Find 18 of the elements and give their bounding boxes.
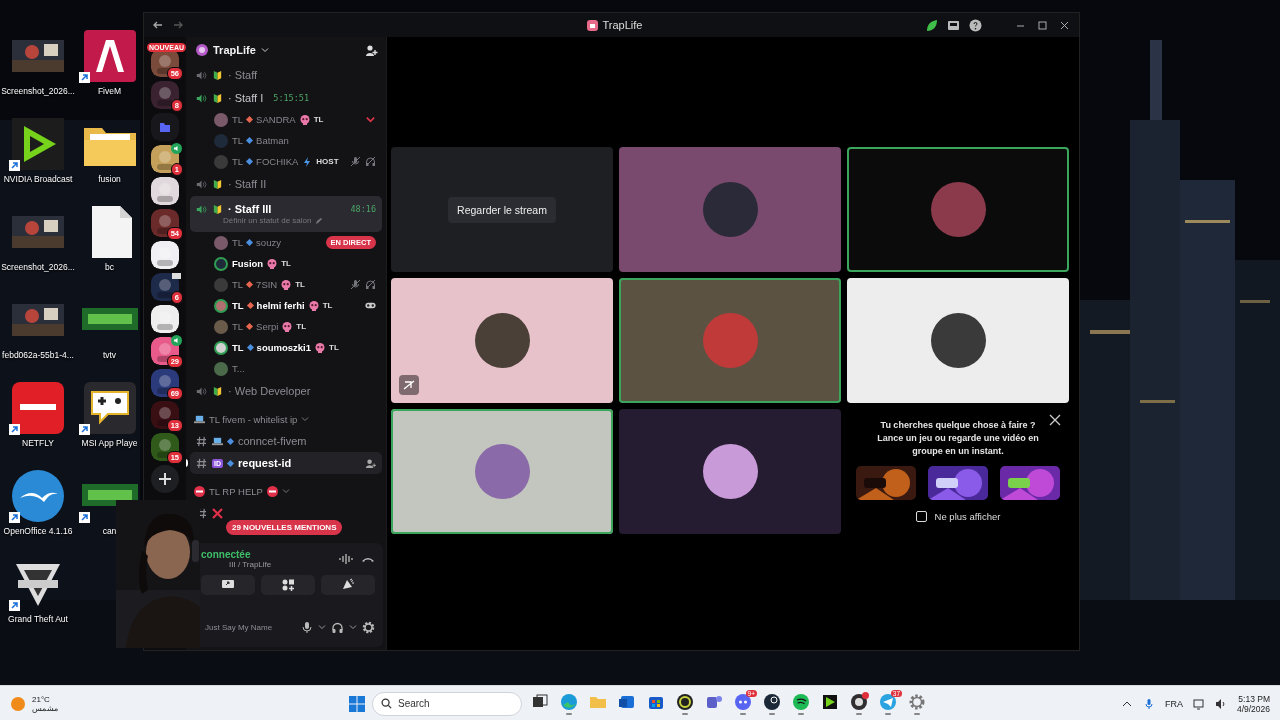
app-icon[interactable] — [820, 692, 839, 711]
app-icon[interactable] — [849, 692, 868, 711]
clock-date[interactable]: 4/9/2026 — [1236, 703, 1270, 714]
clock-time[interactable]: 5:13 PM — [1238, 693, 1270, 704]
search-field[interactable]: Search — [372, 691, 522, 716]
app-icon[interactable] — [675, 692, 694, 711]
microphone-icon[interactable] — [1142, 697, 1155, 710]
network-icon[interactable] — [1192, 697, 1205, 710]
gear-icon[interactable] — [907, 692, 926, 711]
app-icon[interactable] — [791, 692, 810, 711]
search-icon — [381, 697, 392, 709]
start-icon[interactable] — [348, 694, 366, 713]
language-indicator[interactable]: FRA — [1164, 698, 1183, 709]
browser-icon[interactable] — [559, 692, 578, 711]
temperature: 21°C — [32, 694, 51, 704]
volume-icon[interactable] — [1214, 697, 1227, 710]
app-icon[interactable] — [762, 692, 781, 711]
weather-condition: مشمس — [32, 703, 58, 713]
